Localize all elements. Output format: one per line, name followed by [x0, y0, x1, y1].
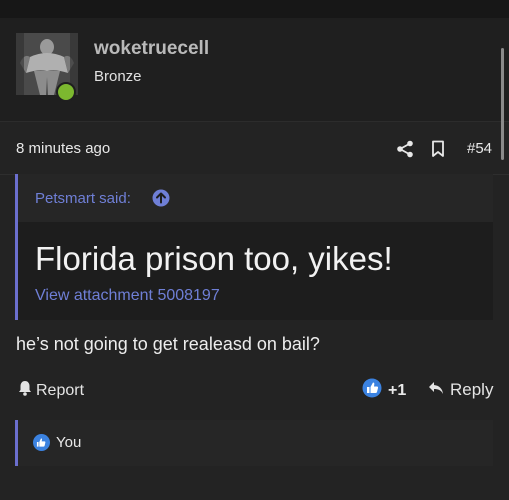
reply-label: Reply: [450, 380, 494, 399]
arrow-up-circle-icon[interactable]: [152, 189, 170, 212]
quote-header: Petsmart said:: [18, 174, 493, 222]
top-strip: [0, 0, 509, 18]
post-timestamp[interactable]: 8 minutes ago: [16, 140, 110, 157]
like-icon: [362, 378, 382, 403]
post-actions: Report +1 Reply: [0, 378, 509, 414]
reactions-label[interactable]: You: [56, 434, 81, 451]
bookmark-icon[interactable]: [431, 140, 445, 163]
report-label: Report: [36, 381, 85, 399]
reply-button[interactable]: Reply: [428, 380, 493, 400]
like-count: +1: [388, 381, 407, 399]
scrollbar[interactable]: [501, 48, 504, 160]
post-body: he’s not going to get realeasd on bail?: [16, 334, 320, 354]
like-icon: [33, 434, 50, 451]
post-meta: 8 minutes ago #54: [0, 123, 509, 175]
user-rank: Bronze: [94, 68, 142, 85]
attachment-link[interactable]: View attachment 5008197: [35, 287, 220, 305]
quote-text: Florida prison too, yikes!: [35, 240, 393, 277]
reactions-bar[interactable]: You: [15, 420, 493, 466]
quote-block: Petsmart said: Florida prison too, yikes…: [15, 174, 493, 320]
post-number-link[interactable]: #54: [467, 140, 492, 157]
quote-author-link[interactable]: Petsmart said:: [35, 190, 131, 207]
report-button[interactable]: Report: [18, 380, 84, 401]
reply-icon: [428, 380, 444, 400]
author-header: woketruecell Bronze: [0, 18, 509, 122]
username[interactable]: woketruecell: [94, 38, 209, 60]
bell-icon: [18, 380, 32, 401]
reactions-summary: You: [33, 434, 81, 451]
share-icon[interactable]: [396, 140, 414, 163]
online-status-indicator: [56, 82, 76, 102]
like-button[interactable]: +1: [362, 378, 406, 403]
